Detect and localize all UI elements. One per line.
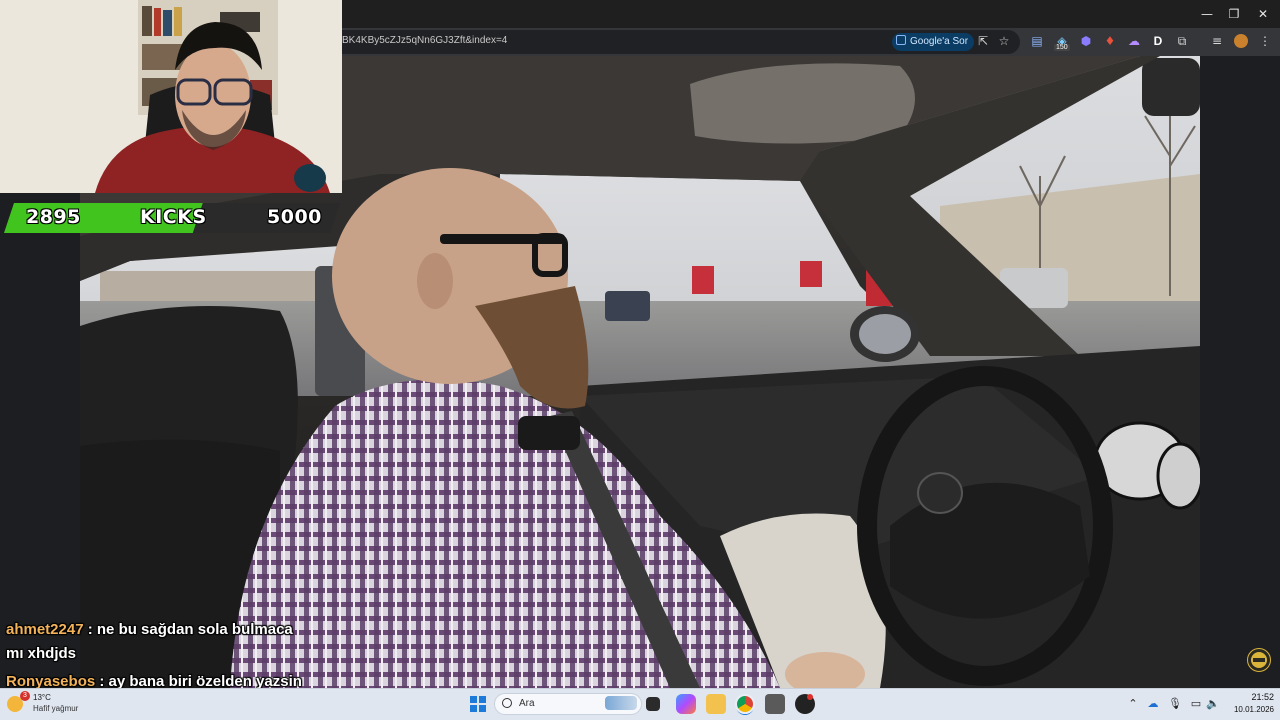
shield-extension-icon[interactable]: ⬢ xyxy=(1079,34,1093,48)
ask-google-label: Google'a Sor xyxy=(910,36,969,47)
weather-description[interactable]: Hafif yağmur xyxy=(33,704,78,713)
snipping-tool-icon[interactable] xyxy=(765,694,785,714)
profile-avatar[interactable] xyxy=(1234,34,1248,48)
search-highlight-image xyxy=(605,696,637,710)
kicks-current: 2895 xyxy=(26,206,81,228)
clock-time[interactable]: 21:52 xyxy=(1240,692,1274,702)
file-explorer-icon[interactable] xyxy=(706,694,726,714)
notification-dot xyxy=(807,694,813,700)
task-view-icon[interactable] xyxy=(646,697,660,711)
chat-text: : ne bu sağdan sola bulmaca xyxy=(83,621,293,638)
weather-temperature[interactable]: 13°C xyxy=(33,693,51,702)
kicks-goal: 5000 xyxy=(267,206,322,228)
ask-google-chip[interactable]: Google'a Sor xyxy=(892,33,975,51)
url-text[interactable]: BK4KBy5cZJz5qNn6GJ3Zft&index=4 xyxy=(342,35,507,46)
webcam-overlay xyxy=(0,0,342,193)
volume-icon[interactable]: 🔈 xyxy=(1206,697,1220,711)
search-icon xyxy=(502,698,512,708)
close-button[interactable]: ✕ xyxy=(1246,4,1280,24)
extension-badge: 150 xyxy=(1054,44,1070,51)
translate-icon[interactable]: ▤ xyxy=(1030,34,1044,48)
extensions-puzzle-icon[interactable]: ⧉ xyxy=(1175,34,1189,48)
kicks-label: KICKS xyxy=(140,206,207,228)
chat-username: ahmet2247 xyxy=(6,621,84,638)
weather-badge: 3 xyxy=(20,691,30,701)
lens-icon xyxy=(896,35,906,45)
chat-message: mı xhdjds xyxy=(6,645,76,662)
webcam-scene xyxy=(0,0,342,193)
bookmark-star-icon[interactable]: ☆ xyxy=(997,34,1011,48)
chat-text: mı xhdjds xyxy=(6,645,77,662)
windows-start-icon[interactable] xyxy=(470,696,486,712)
microphone-icon[interactable]: 🎙 xyxy=(1168,697,1182,711)
menu-kebab-icon[interactable]: ⋮ xyxy=(1258,34,1272,48)
chevron-up-icon[interactable]: ⌃ xyxy=(1126,697,1140,711)
cloud-extension-icon[interactable]: ☁ xyxy=(1127,34,1141,48)
right-margin xyxy=(1200,56,1280,688)
clock-date[interactable]: 10.01.2026 xyxy=(1228,705,1274,714)
copilot-icon[interactable] xyxy=(676,694,696,714)
search-placeholder: Ara xyxy=(519,698,535,709)
display-icon[interactable]: ▭ xyxy=(1189,697,1203,711)
d-extension-icon[interactable]: D xyxy=(1151,34,1165,48)
media-controls-icon[interactable]: ≡ xyxy=(1210,34,1224,48)
chat-message: ahmet2247 : ne bu sağdan sola bulmaca xyxy=(6,621,293,638)
channel-watermark-logo xyxy=(1247,648,1271,672)
install-app-icon[interactable]: ⇱ xyxy=(976,34,990,48)
chrome-icon[interactable] xyxy=(735,694,755,714)
network-cloud-icon[interactable]: ☁ xyxy=(1146,697,1160,711)
fox-extension-icon[interactable]: ♦ xyxy=(1103,34,1117,48)
